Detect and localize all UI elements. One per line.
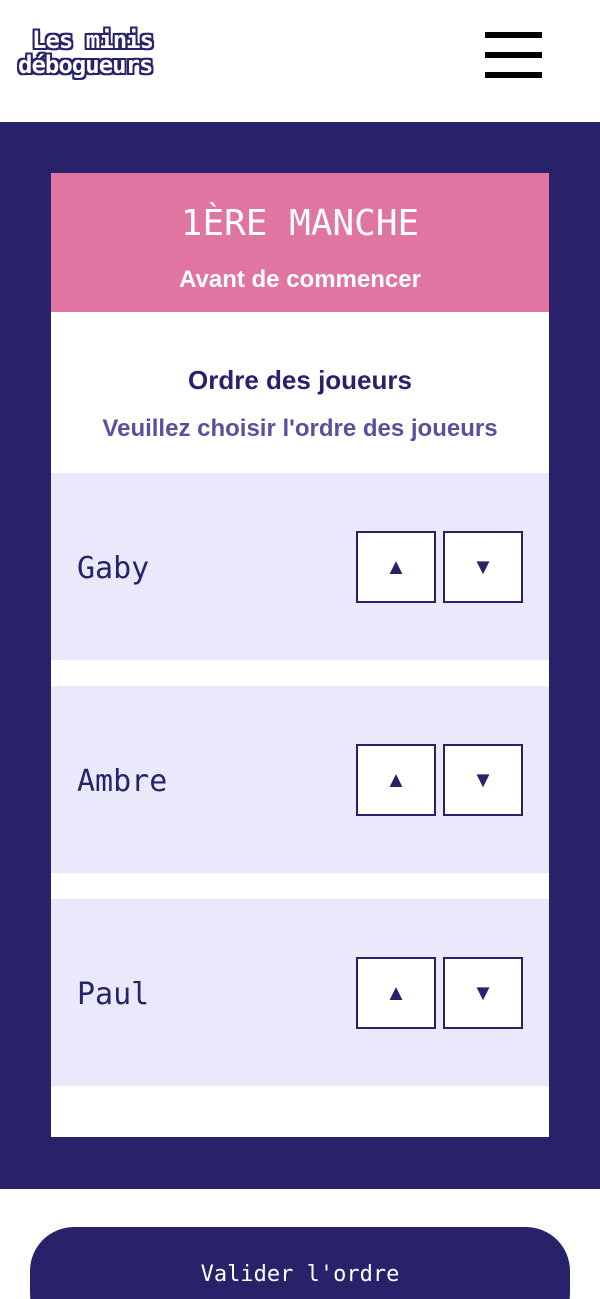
player-row: Paul ▲ ▼ [51,899,549,1086]
menu-bar [485,32,542,38]
player-row: Ambre ▲ ▼ [51,686,549,873]
header: Les minis débogueurs [0,0,600,122]
move-up-button[interactable]: ▲ [356,531,436,603]
arrow-up-icon: ▲ [385,980,407,1005]
round-card: 1ÈRE MANCHE Avant de commencer Ordre des… [51,173,549,1137]
section-title: Ordre des joueurs [188,365,412,395]
hamburger-menu-icon[interactable] [485,32,542,78]
player-name: Paul [77,977,150,1012]
move-up-button[interactable]: ▲ [356,744,436,816]
logo-line-2: débogueurs [18,51,154,79]
player-name: Ambre [77,764,168,799]
move-down-button[interactable]: ▼ [443,531,523,603]
arrow-down-icon: ▼ [472,980,494,1005]
validate-order-button[interactable]: Valider l'ordre [30,1227,570,1299]
logo[interactable]: Les minis débogueurs [18,28,178,88]
logo-line-1: Les minis [32,26,154,54]
player-row: Gaby ▲ ▼ [51,473,549,660]
round-subtitle: Avant de commencer [179,266,421,293]
move-down-button[interactable]: ▼ [443,744,523,816]
menu-bar [485,72,542,78]
arrow-up-icon: ▲ [385,767,407,792]
section-subtitle: Veuillez choisir l'ordre des joueurs [102,415,498,442]
card-header: 1ÈRE MANCHE Avant de commencer [51,173,549,312]
round-title: 1ÈRE MANCHE [180,203,420,244]
arrow-down-icon: ▼ [472,554,494,579]
move-down-button[interactable]: ▼ [443,957,523,1029]
move-up-button[interactable]: ▲ [356,957,436,1029]
arrow-down-icon: ▼ [472,767,494,792]
arrow-up-icon: ▲ [385,554,407,579]
player-name: Gaby [77,551,150,586]
menu-bar [485,52,542,58]
validate-order-label: Valider l'ordre [200,1262,400,1287]
